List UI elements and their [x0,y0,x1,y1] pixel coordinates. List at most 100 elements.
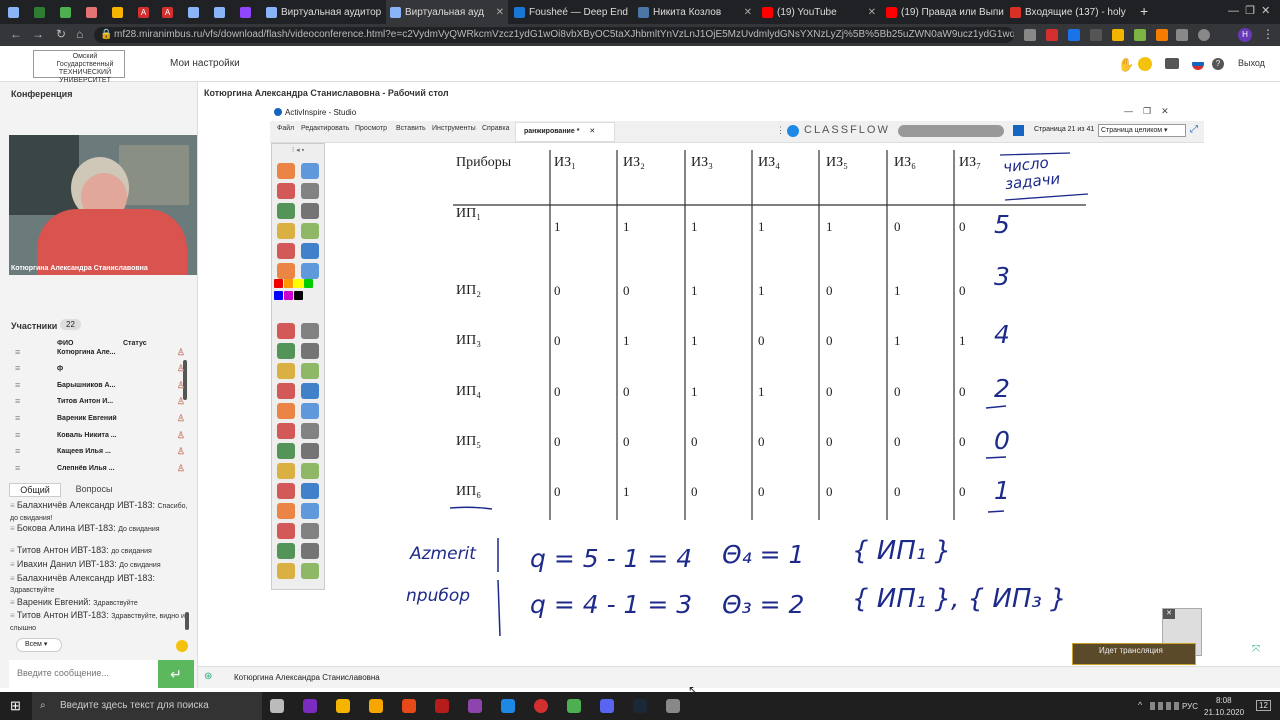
windows-start-icon[interactable]: ⊞ [10,698,21,714]
toolbox-tool-icon[interactable] [277,363,295,379]
toolbox-tool-icon[interactable] [277,503,295,519]
tray-arrow-icon[interactable]: ^ [1138,700,1142,710]
toolbox-tool-icon[interactable] [277,223,295,239]
participant-row[interactable]: ≡ Титов Антон И... ♙ [9,393,185,409]
toolbox-tool-icon[interactable] [301,483,319,499]
taskbar-app-icon[interactable] [633,699,647,713]
taskbar-app-icon[interactable] [567,699,581,713]
browser-tab[interactable] [210,0,234,24]
toolbox-tool-icon[interactable] [301,503,319,519]
toolbox-tool-icon[interactable] [277,543,295,559]
toolbox-tool-icon[interactable] [277,423,295,439]
expand-icon[interactable]: ⤧ [1252,644,1260,655]
browser-tab[interactable]: Виртуальная ауд ✕ [386,0,508,24]
toolbox-tool-icon[interactable] [301,223,319,239]
close-tab-icon[interactable]: ✕ [744,7,756,18]
tray-icon[interactable] [1174,702,1179,710]
toolbox-tool-icon[interactable] [301,263,319,279]
broadcast-panel[interactable]: Идет трансляция [1072,643,1196,665]
toolbox-tool-icon[interactable] [301,403,319,419]
toolbox-tool-icon[interactable] [277,183,295,199]
participant-row[interactable]: ≡ Котюргина Але... ♙ [9,344,185,360]
color-swatch[interactable] [274,291,283,300]
toolbox-tool-icon[interactable] [277,343,295,359]
toolbox-tool-icon[interactable] [301,463,319,479]
toolbox-tool-icon[interactable] [277,563,295,579]
participant-row[interactable]: ≡ Кащеев Илья ... ♙ [9,443,185,459]
toolbox-tool-icon[interactable] [277,323,295,339]
browser-tab[interactable]: (19) YouTube ✕ [758,0,880,24]
participant-row[interactable]: ≡ Слепнёв Илья ... ♙ [9,460,185,476]
toolbox-tool-icon[interactable] [277,203,295,219]
taskbar-app-icon[interactable] [369,699,383,713]
toolbox-tool-icon[interactable] [277,523,295,539]
taskbar-search[interactable]: ⌕ Введите здесь текст для поиска [32,692,262,720]
toolbox-tool-icon[interactable] [277,483,295,499]
close-icon[interactable]: ✕ [1163,609,1175,619]
close-tab-icon[interactable]: ✕ [496,7,508,18]
toolbox-tool-icon[interactable] [301,343,319,359]
browser-tab[interactable]: Никита Козлов ✕ [634,0,756,24]
browser-tab[interactable] [82,0,106,24]
browser-tab[interactable] [108,0,132,24]
menu-item[interactable]: Вставить [396,125,426,132]
participant-row[interactable]: ≡ Вареник Евгений ♙ [9,410,185,426]
color-swatch[interactable] [274,279,283,288]
browser-tab[interactable]: Виртуальная аудитор✕ [262,0,384,24]
browser-tab[interactable]: (19) Правда или Выпи✕ [882,0,1004,24]
tray-icon[interactable] [1150,702,1155,710]
toolbox-tool-icon[interactable] [301,423,319,439]
toolbox-tool-icon[interactable] [301,383,319,399]
browser-tab[interactable] [4,0,28,24]
browser-tab[interactable] [30,0,54,24]
participant-row[interactable]: ≡ Коваль Никита ... ♙ [9,427,185,443]
taskbar-app-icon[interactable] [270,699,284,713]
language-indicator[interactable]: РУС [1182,702,1198,711]
toolbox-tool-icon[interactable] [301,243,319,259]
browser-tab[interactable] [56,0,80,24]
toolbox-tool-icon[interactable] [301,323,319,339]
participant-row[interactable]: ≡ Барышников А... ♙ [9,377,185,393]
taskbar-app-icon[interactable] [666,699,680,713]
toolbox-tool-icon[interactable] [301,523,319,539]
menu-item[interactable]: Справка [482,125,509,132]
browser-tab[interactable]: Входящие (137) - holy✕ [1006,0,1128,24]
toolbox-tool-icon[interactable] [277,243,295,259]
menu-item[interactable]: Просмотр [355,125,387,132]
color-swatch[interactable] [304,279,313,288]
browser-tab[interactable]: Fousheé — Deep End✕ [510,0,632,24]
taskbar-app-icon[interactable] [501,699,515,713]
taskbar-app-icon[interactable] [468,699,482,713]
taskbar-app-icon[interactable] [435,699,449,713]
tray-icon[interactable] [1166,702,1171,710]
close-tab-icon[interactable]: ✕ [868,7,880,18]
toolbox-tool-icon[interactable] [301,443,319,459]
taskbar-app-icon[interactable] [402,699,416,713]
toolbox-tool-icon[interactable] [301,363,319,379]
color-swatch[interactable] [284,279,293,288]
toolbox-tool-icon[interactable] [301,163,319,179]
toolbox-tool-icon[interactable] [277,163,295,179]
toolbox-tool-icon[interactable] [277,403,295,419]
toolbox-tool-icon[interactable] [277,443,295,459]
toolbox-tool-icon[interactable] [277,463,295,479]
menu-item[interactable]: Инструменты [432,125,476,132]
tray-icon[interactable] [1158,702,1163,710]
browser-tab[interactable] [236,0,260,24]
color-swatch[interactable] [284,291,293,300]
color-swatch[interactable] [294,291,303,300]
toolbox-tool-icon[interactable] [301,203,319,219]
taskbar-app-icon[interactable] [336,699,350,713]
toolbox-tool-icon[interactable] [277,263,295,279]
taskbar-app-icon[interactable] [534,699,548,713]
participant-row[interactable]: ≡ ф ♙ [9,360,185,376]
menu-item[interactable]: Редактировать [301,125,349,132]
clock-time[interactable]: 8:08 [1216,696,1232,705]
toolbox-tool-icon[interactable] [301,563,319,579]
notifications-badge[interactable]: 12 [1256,700,1271,711]
color-swatch[interactable] [294,279,303,288]
taskbar-app-icon[interactable] [600,699,614,713]
menu-item[interactable]: Файл [277,125,294,132]
browser-tab[interactable]: A [134,0,156,24]
browser-tab[interactable] [184,0,208,24]
